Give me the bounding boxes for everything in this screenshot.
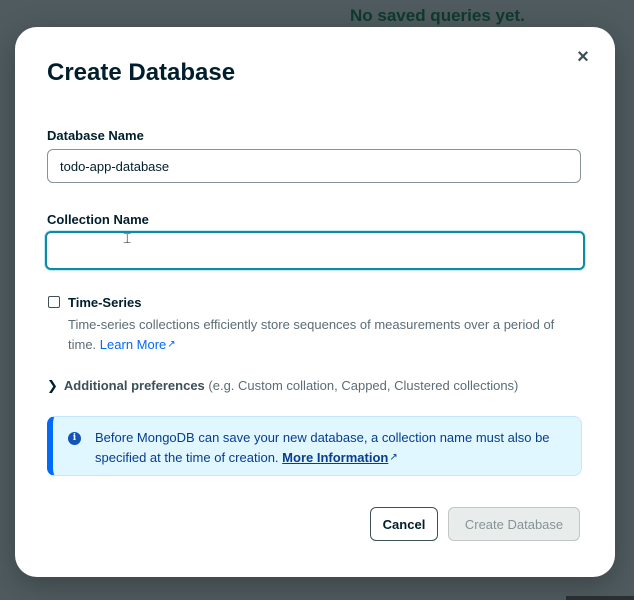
cancel-button[interactable]: Cancel: [370, 507, 438, 541]
empty-queries-text: No saved queries yet.: [350, 6, 525, 25]
create-database-modal: × Create Database Database Name Collecti…: [15, 27, 615, 577]
more-information-label: More Information: [282, 450, 389, 465]
create-database-button[interactable]: Create Database: [448, 507, 580, 541]
external-link-icon: ↗: [389, 452, 398, 463]
text-cursor-icon: ⌶: [123, 230, 132, 246]
more-information-link[interactable]: More Information: [282, 450, 388, 465]
learn-more-link-label: Learn More: [99, 337, 167, 352]
additional-preferences-toggle[interactable]: ❯ Additional preferences (e.g. Custom col…: [47, 378, 518, 394]
database-name-label: Database Name: [47, 128, 144, 143]
additional-preferences-hint: (e.g. Custom collation, Capped, Clustere…: [208, 378, 519, 393]
time-series-description: Time-series collections efficiently stor…: [68, 315, 578, 355]
database-name-input[interactable]: [47, 149, 581, 183]
info-icon: i: [68, 432, 81, 445]
external-link-icon: ↗: [167, 339, 176, 350]
time-series-checkbox[interactable]: [48, 296, 60, 308]
backdrop-bottom-edge: [566, 596, 634, 600]
close-icon[interactable]: ×: [575, 47, 591, 67]
modal-title: Create Database: [47, 59, 236, 86]
collection-name-label: Collection Name: [47, 212, 149, 227]
learn-more-link[interactable]: Learn More↗: [100, 337, 176, 352]
time-series-label[interactable]: Time-Series: [68, 295, 141, 310]
additional-preferences-title: Additional preferences: [63, 378, 205, 393]
info-banner-text-block: Before MongoDB can save your new databas…: [95, 428, 575, 468]
info-banner: i Before MongoDB can save your new datab…: [47, 416, 582, 476]
chevron-right-icon: ❯: [47, 378, 58, 393]
